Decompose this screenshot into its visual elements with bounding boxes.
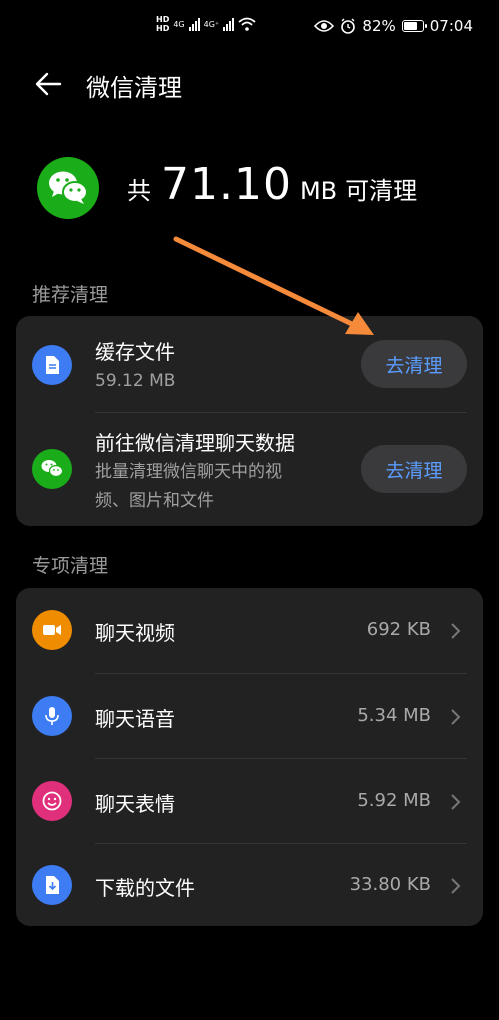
chat-voice-title: 聊天语音 — [95, 707, 175, 731]
network-type-2: 4G⁺ — [203, 19, 220, 29]
app-header: 微信清理 — [0, 62, 499, 106]
wechat-chat-data-desc-2: 频、图片和文件 — [95, 491, 214, 511]
cache-files-size: 59.12 MB — [95, 371, 176, 391]
battery-icon — [401, 20, 427, 32]
smiley-icon — [32, 781, 72, 821]
cleanable-summary: 共 71.10 MB 可清理 — [37, 157, 477, 219]
microphone-icon — [32, 696, 72, 736]
summary-unit: MB — [299, 177, 338, 205]
list-item-downloaded-files[interactable]: 下载的文件 33.80 KB — [16, 844, 483, 926]
status-bar: HD HD 4G 4G⁺ 82% 07:04 — [0, 0, 499, 56]
cache-files-title: 缓存文件 — [95, 340, 175, 364]
chat-stickers-title: 聊天表情 — [95, 792, 175, 816]
clock: 07:04 — [429, 17, 473, 35]
battery-percent: 82% — [362, 17, 396, 35]
special-card: 聊天视频 692 KB 聊天语音 5.34 MB 聊天表情 5.92 MB 下载… — [16, 588, 483, 926]
list-item-chat-video[interactable]: 聊天视频 692 KB — [16, 588, 483, 673]
wechat-logo-icon — [37, 157, 99, 219]
chevron-right-icon — [451, 794, 461, 810]
page-title: 微信清理 — [86, 74, 182, 102]
wifi-icon — [238, 17, 256, 31]
clean-wechat-data-button[interactable]: 去清理 — [361, 445, 467, 493]
recommended-section-label: 推荐清理 — [32, 284, 109, 306]
eye-icon — [314, 20, 335, 32]
chevron-right-icon — [451, 709, 461, 725]
alarm-icon — [341, 18, 356, 34]
signal-indicators: HD HD 4G 4G⁺ — [156, 15, 256, 33]
wechat-icon — [32, 449, 72, 489]
chat-video-size: 692 KB — [366, 619, 431, 640]
chevron-right-icon — [451, 878, 461, 894]
hd-icon: HD HD — [156, 15, 170, 33]
network-type: 4G — [173, 19, 185, 29]
special-section-label: 专项清理 — [32, 555, 109, 577]
list-item-chat-stickers[interactable]: 聊天表情 5.92 MB — [16, 759, 483, 843]
wechat-chat-data-title: 前往微信清理聊天数据 — [95, 431, 295, 455]
summary-prefix: 共 — [127, 177, 151, 205]
downloaded-files-title: 下载的文件 — [95, 876, 195, 900]
signal-bars-icon — [188, 17, 200, 31]
list-item-chat-voice[interactable]: 聊天语音 5.34 MB — [16, 674, 483, 758]
list-item-wechat-chat-data[interactable]: 前往微信清理聊天数据 批量清理微信聊天中的视 频、图片和文件 去清理 — [16, 413, 483, 526]
clean-cache-button[interactable]: 去清理 — [361, 340, 467, 388]
chat-stickers-size: 5.92 MB — [357, 790, 431, 811]
chevron-right-icon — [451, 623, 461, 639]
summary-amount: 71.10 — [161, 159, 292, 210]
video-icon — [32, 610, 72, 650]
signal-bars-icon-2 — [223, 17, 235, 31]
back-arrow-icon[interactable] — [34, 70, 62, 98]
downloaded-files-size: 33.80 KB — [349, 874, 431, 895]
list-item-cache-files[interactable]: 缓存文件 59.12 MB 去清理 — [16, 316, 483, 412]
recommended-card: 缓存文件 59.12 MB 去清理 前往微信清理聊天数据 批量清理微信聊天中的视… — [16, 316, 483, 526]
chat-video-title: 聊天视频 — [95, 621, 175, 645]
wechat-chat-data-desc-1: 批量清理微信聊天中的视 — [95, 462, 282, 482]
document-icon — [32, 345, 72, 385]
summary-suffix: 可清理 — [345, 177, 418, 205]
chat-voice-size: 5.34 MB — [357, 705, 431, 726]
download-file-icon — [32, 865, 72, 905]
